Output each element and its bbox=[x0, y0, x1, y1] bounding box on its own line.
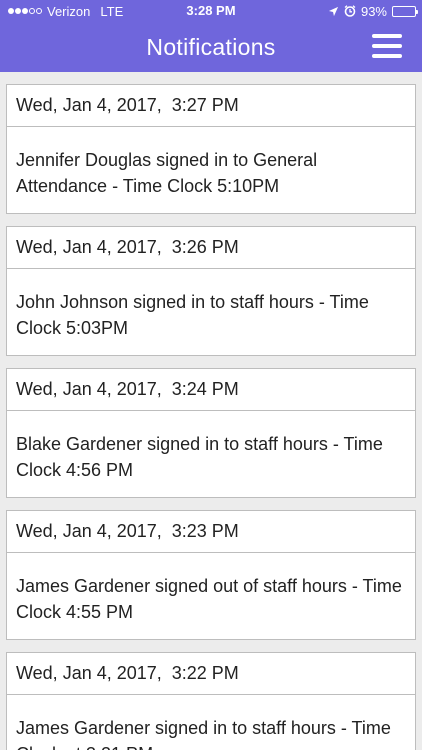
battery-percentage: 93% bbox=[360, 3, 387, 19]
notification-message: Jennifer Douglas signed in to General At… bbox=[16, 150, 318, 196]
notification-timestamp: Wed, Jan 4, 2017, 3:22 PM bbox=[7, 653, 415, 695]
notification-list: Wed, Jan 4, 2017, 3:27 PM Jennifer Dougl… bbox=[0, 72, 422, 750]
notification-card[interactable]: Wed, Jan 4, 2017, 3:27 PM Jennifer Dougl… bbox=[6, 84, 416, 214]
notification-message: Blake Gardener signed in to staff hours … bbox=[16, 434, 383, 480]
notification-message: James Gardener signed out of staff hours… bbox=[16, 576, 402, 622]
network-type: LTE bbox=[100, 3, 124, 19]
alarm-clock-icon bbox=[344, 5, 356, 17]
carrier-name: Verizon bbox=[47, 3, 91, 19]
notification-card[interactable]: Wed, Jan 4, 2017, 3:22 PM James Gardener… bbox=[6, 652, 416, 750]
battery-icon bbox=[392, 5, 418, 17]
app-header: Verizon LTE 3:28 PM 93% Notifications bbox=[0, 0, 422, 72]
navigation-bar: Notifications bbox=[0, 22, 422, 72]
hamburger-menu-icon[interactable] bbox=[372, 34, 402, 58]
notification-timestamp: Wed, Jan 4, 2017, 3:27 PM bbox=[7, 85, 415, 127]
notification-timestamp: Wed, Jan 4, 2017, 3:23 PM bbox=[7, 511, 415, 553]
notification-message: John Johnson signed in to staff hours - … bbox=[16, 292, 369, 338]
notification-card[interactable]: Wed, Jan 4, 2017, 3:24 PM Blake Gardener… bbox=[6, 368, 416, 498]
location-arrow-icon bbox=[328, 6, 339, 16]
cellular-signal-icon bbox=[8, 8, 42, 14]
notification-card[interactable]: Wed, Jan 4, 2017, 3:23 PM James Gardener… bbox=[6, 510, 416, 640]
notification-timestamp: Wed, Jan 4, 2017, 3:24 PM bbox=[7, 369, 415, 411]
status-bar: Verizon LTE 3:28 PM 93% bbox=[0, 0, 422, 22]
notification-timestamp: Wed, Jan 4, 2017, 3:26 PM bbox=[7, 227, 415, 269]
page-title: Notifications bbox=[146, 33, 276, 60]
notification-card[interactable]: Wed, Jan 4, 2017, 3:26 PM John Johnson s… bbox=[6, 226, 416, 356]
notification-message: James Gardener signed in to staff hours … bbox=[16, 718, 391, 750]
